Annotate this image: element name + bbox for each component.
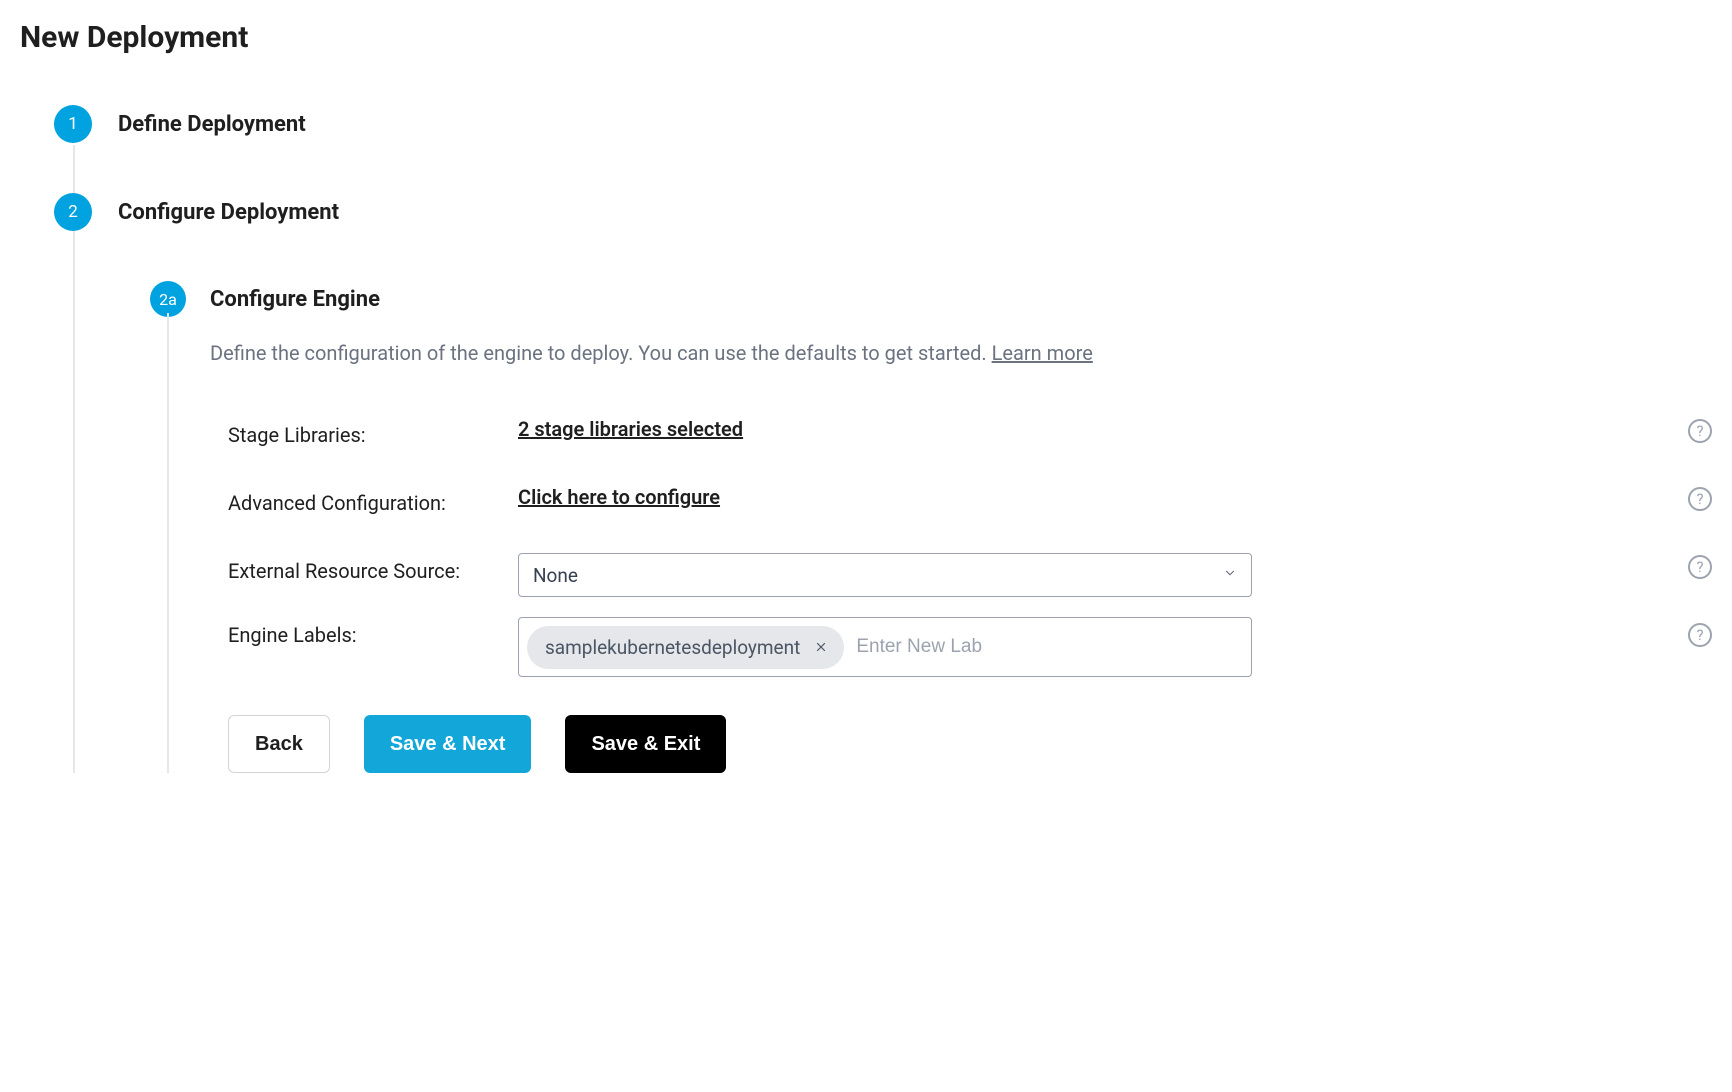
step-number-badge: 2 (54, 193, 92, 231)
row-external-resource-source: External Resource Source: None ? (228, 553, 1712, 597)
help-icon[interactable]: ? (1688, 623, 1712, 647)
help-icon[interactable]: ? (1688, 555, 1712, 579)
engine-label-tag: samplekubernetesdeployment (527, 626, 844, 669)
label-external-resource-source: External Resource Source: (228, 553, 518, 587)
tag-text: samplekubernetesdeployment (545, 636, 800, 659)
save-exit-button[interactable]: Save & Exit (565, 715, 726, 773)
link-advanced-config[interactable]: Click here to configure (518, 485, 720, 509)
chevron-down-icon (1223, 566, 1237, 584)
page-title: New Deployment (20, 20, 1712, 55)
substep-description: Define the configuration of the engine t… (210, 341, 1712, 365)
engine-labels-input[interactable]: samplekubernetesdeployment (518, 617, 1252, 677)
row-advanced-config: Advanced Configuration: Click here to co… (228, 485, 1712, 519)
substep-number-badge: 2a (150, 281, 186, 317)
label-stage-libraries: Stage Libraries: (228, 417, 518, 451)
step-configure-deployment[interactable]: 2 Configure Deployment (54, 193, 1712, 231)
step-define-deployment[interactable]: 1 Define Deployment (54, 105, 1712, 143)
help-icon[interactable]: ? (1688, 419, 1712, 443)
substep-title: Configure Engine (210, 287, 380, 312)
back-button[interactable]: Back (228, 715, 330, 773)
label-engine-labels: Engine Labels: (228, 617, 518, 651)
step-label: Configure Deployment (118, 200, 339, 225)
label-advanced-config: Advanced Configuration: (228, 485, 518, 519)
form-area: Stage Libraries: 2 stage libraries selec… (228, 417, 1712, 677)
button-row: Back Save & Next Save & Exit (228, 715, 1712, 773)
select-external-resource-source[interactable]: None (518, 553, 1252, 597)
row-stage-libraries: Stage Libraries: 2 stage libraries selec… (228, 417, 1712, 451)
step-number-badge: 1 (54, 105, 92, 143)
step-label: Define Deployment (118, 112, 306, 137)
engine-labels-new-input[interactable] (856, 636, 1243, 658)
step-rail: 1 Define Deployment 2 Configure Deployme… (20, 105, 1712, 773)
learn-more-link[interactable]: Learn more (992, 341, 1093, 365)
help-icon[interactable]: ? (1688, 487, 1712, 511)
close-icon[interactable] (812, 638, 830, 656)
row-engine-labels: Engine Labels: samplekubernetesdeploymen… (228, 617, 1712, 677)
substep-rail: 2a Configure Engine Define the configura… (150, 281, 1712, 773)
substep-configure-engine[interactable]: 2a Configure Engine (150, 281, 1712, 317)
select-value: None (533, 564, 578, 587)
link-stage-libraries[interactable]: 2 stage libraries selected (518, 417, 743, 441)
substep-description-text: Define the configuration of the engine t… (210, 341, 992, 365)
save-next-button[interactable]: Save & Next (364, 715, 532, 773)
